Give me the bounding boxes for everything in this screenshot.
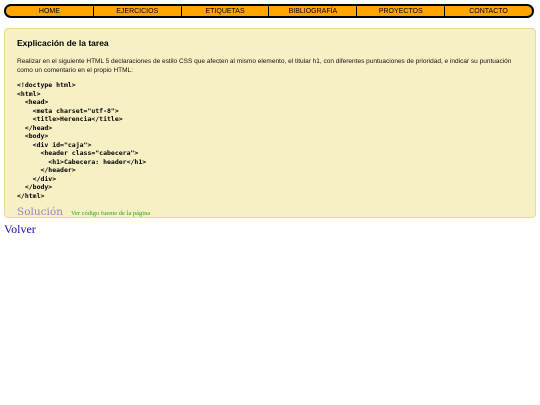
code-sample: <!doctype html> <html> <head> <meta char… [17, 81, 147, 200]
back-link[interactable]: Volver [4, 222, 36, 237]
nav-item-home[interactable]: HOME [6, 6, 93, 16]
task-title: Explicación de la tarea [17, 38, 109, 48]
task-description: Realizar en el siguiente HTML 5 declarac… [17, 58, 512, 74]
nav-item-ejercicios[interactable]: EJERCICIOS [92, 6, 181, 16]
nav-item-bibliografia[interactable]: BIBLIOGRAFÍA [268, 6, 356, 16]
main-nav: HOME EJERCICIOS ETIQUETAS BIBLIOGRAFÍA P… [4, 4, 534, 18]
nav-item-etiquetas[interactable]: ETIQUETAS [180, 6, 269, 16]
task-panel: Explicación de la tarea Realizar en el s… [4, 28, 536, 218]
solution-heading: Solución [17, 206, 63, 218]
nav-item-proyectos[interactable]: PROYECTOS [356, 6, 444, 16]
solution-row: Solución Ver código fuente de la página [17, 206, 523, 218]
nav-item-contacto[interactable]: CONTACTO [444, 6, 532, 16]
view-source-link[interactable]: Ver código fuente de la página [71, 210, 150, 217]
